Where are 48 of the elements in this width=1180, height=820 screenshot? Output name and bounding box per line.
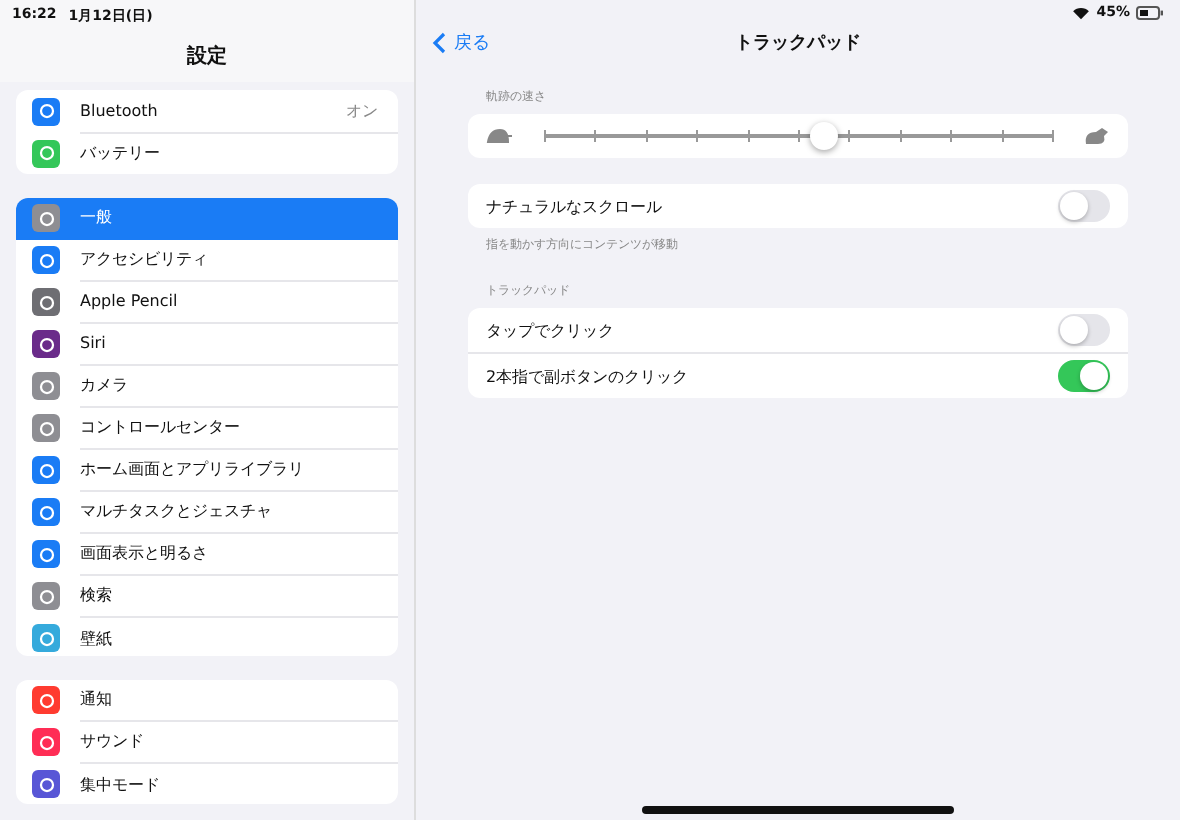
- back-button[interactable]: 戻る: [416, 29, 506, 55]
- settings-item[interactable]: 一般: [16, 197, 398, 240]
- slider-thumb[interactable]: [809, 122, 838, 150]
- chevron-left-icon: [432, 31, 446, 53]
- toggle-switch[interactable]: [1058, 190, 1110, 222]
- settings-item-label: Apple Pencil: [80, 292, 178, 311]
- setting-label: 2本指で副ボタンのクリック: [486, 365, 689, 387]
- settings-item-label: マルチタスクとジェスチャ: [80, 500, 272, 523]
- settings-item[interactable]: 壁紙: [16, 617, 398, 656]
- settings-item[interactable]: アクセシビリティ: [16, 239, 398, 282]
- settings-item-value: オン: [346, 99, 378, 121]
- settings-item-label: Siri: [80, 334, 106, 353]
- settings-item[interactable]: 検索: [16, 575, 398, 618]
- settings-item[interactable]: 画面表示と明るさ: [16, 533, 398, 576]
- settings-item[interactable]: ホーム画面とアプリライブラリ: [16, 449, 398, 492]
- settings-item-label: ホーム画面とアプリライブラリ: [80, 458, 304, 481]
- settings-item[interactable]: バッテリー: [16, 132, 398, 174]
- page-title: トラックパッド: [735, 31, 861, 55]
- settings-item-label: 一般: [80, 206, 112, 229]
- settings-item-label: 画面表示と明るさ: [80, 542, 208, 565]
- settings-item-label: Bluetooth: [80, 101, 158, 119]
- toggle-switch[interactable]: [1058, 360, 1110, 392]
- settings-item-label: バッテリー: [80, 142, 160, 164]
- settings-item[interactable]: Apple Pencil: [16, 281, 398, 324]
- settings-item-label: 壁紙: [80, 627, 112, 650]
- settings-item-label: 検索: [80, 584, 112, 607]
- settings-item[interactable]: 通知: [16, 679, 398, 722]
- rabbit-icon: [1082, 126, 1110, 146]
- sidebar-title: 設定: [184, 42, 229, 70]
- settings-item[interactable]: コントロールセンター: [16, 407, 398, 450]
- settings-item[interactable]: サウンド: [16, 721, 398, 764]
- setting-label: ナチュラルなスクロール: [486, 195, 662, 217]
- toggle-switch[interactable]: [1058, 314, 1110, 346]
- settings-item[interactable]: カメラ: [16, 365, 398, 408]
- settings-item[interactable]: Bluetooth オン: [16, 90, 398, 132]
- settings-item[interactable]: マルチタスクとジェスチャ: [16, 491, 398, 534]
- settings-item[interactable]: 集中モード: [16, 763, 398, 804]
- settings-item-label: カメラ: [80, 374, 128, 397]
- settings-item-label: サウンド: [80, 730, 144, 753]
- wifi-icon: [1072, 5, 1091, 19]
- settings-item-label: 集中モード: [80, 773, 160, 796]
- settings-item-label: アクセシビリティ: [80, 248, 208, 271]
- turtle-icon: [486, 128, 514, 144]
- battery-icon: [1136, 5, 1164, 19]
- settings-item-label: 通知: [80, 688, 112, 711]
- settings-item[interactable]: Siri: [16, 323, 398, 366]
- settings-item-label: コントロールセンター: [80, 416, 240, 439]
- setting-label: タップでクリック: [486, 319, 614, 341]
